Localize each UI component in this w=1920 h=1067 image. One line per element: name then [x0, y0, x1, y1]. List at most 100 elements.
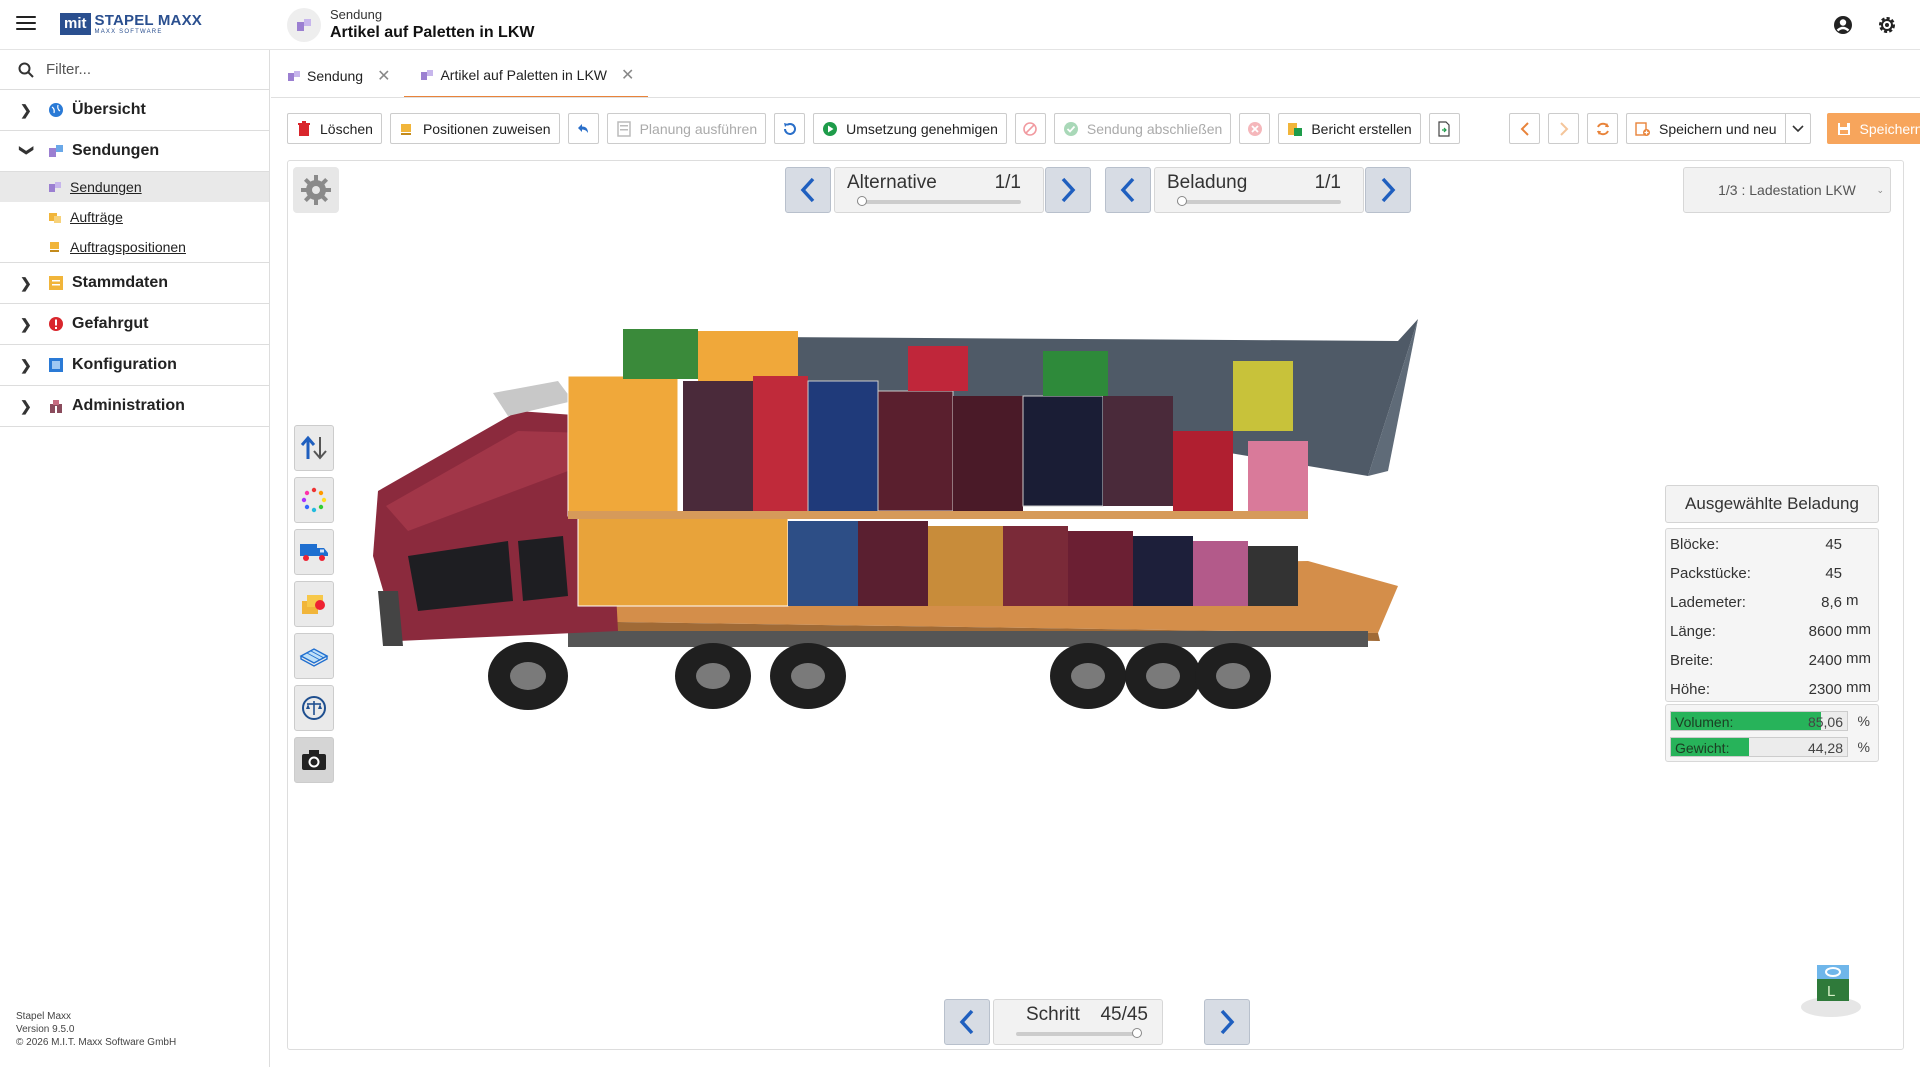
next-record-button[interactable] [1548, 113, 1579, 144]
viewer-settings-button[interactable] [293, 167, 339, 213]
stat-key: Breite: [1670, 652, 1714, 669]
step-counter[interactable]: Schritt 45/45 [993, 999, 1163, 1045]
save-options-dropdown[interactable] [1784, 113, 1811, 144]
volume-unit: % [1857, 713, 1870, 729]
stat-key: Länge: [1670, 623, 1716, 640]
refresh-button[interactable] [1587, 113, 1618, 144]
packages-tool-button[interactable] [294, 581, 334, 627]
close-icon[interactable]: ✕ [621, 65, 634, 85]
sidebar: ❯ Übersicht ❯ Sendungen Sendungen Aufträ… [0, 50, 270, 1067]
loading-station-select[interactable]: 1/3 : Ladestation LKW ⌄ [1683, 167, 1891, 213]
stat-key: Höhe: [1670, 681, 1711, 698]
close-icon[interactable]: ✕ [377, 66, 390, 86]
step-label: Schritt [1026, 1004, 1080, 1025]
assign-positions-button[interactable]: Positionen zuweisen [389, 113, 560, 144]
weight-value: 44,28 [1807, 740, 1843, 756]
button-label: Positionen zuweisen [422, 120, 551, 137]
undo-button[interactable] [567, 113, 599, 144]
chevron-down-icon: ❯ [19, 144, 36, 156]
loading-value: 1/1 [1314, 172, 1341, 193]
sidebar-item-uebersicht[interactable]: ❯ Übersicht [0, 90, 269, 131]
sidebar-item-stammdaten[interactable]: ❯ Stammdaten [0, 263, 269, 304]
shipment-doc-icon [287, 8, 321, 42]
save-button[interactable]: Speichern [1826, 113, 1920, 144]
menu-icon[interactable] [16, 16, 36, 32]
slider-knob[interactable] [1132, 1028, 1142, 1038]
order-items-icon [48, 240, 62, 254]
truck-3d-scene[interactable] [368, 301, 1538, 861]
sidebar-item-administration[interactable]: ❯ Administration [0, 386, 269, 427]
orientation-cube[interactable]: L [1799, 963, 1863, 1019]
alternative-counter[interactable]: Alternative 1/1 [834, 167, 1044, 213]
complete-shipment-button[interactable]: Sendung abschließen [1053, 113, 1232, 144]
approve-button[interactable]: Umsetzung genehmigen [813, 113, 1007, 144]
sidebar-item-sendungen[interactable]: ❯ Sendungen [0, 131, 269, 172]
app-logo[interactable]: mit STAPEL MAXX MAXX SOFTWARE [60, 12, 202, 36]
package-icon [302, 595, 325, 614]
view-tools [294, 425, 334, 789]
toolbar-left: Löschen Positionen zuweisen Planung ausf… [287, 113, 1468, 145]
stat-value: 45 [1825, 536, 1842, 553]
stat-value: 2400 [1808, 652, 1842, 669]
loading-slider[interactable] [1177, 196, 1341, 206]
step-previous-button[interactable] [944, 999, 990, 1045]
sidebar-subitem-sendungen[interactable]: Sendungen [0, 172, 269, 202]
selected-loading-title: Ausgewählte Beladung [1665, 485, 1879, 523]
sidebar-subitem-auftragspositionen[interactable]: Auftragspositionen [0, 232, 269, 262]
loading-previous-button[interactable] [1105, 167, 1151, 213]
truck-view-tool-button[interactable] [294, 529, 334, 575]
sidebar-item-gefahrgut[interactable]: ❯ Gefahrgut [0, 304, 269, 345]
orders-icon [48, 210, 62, 224]
screenshot-tool-button[interactable] [294, 737, 334, 783]
weight-label: Gewicht: [1675, 740, 1730, 756]
loading-counter[interactable]: Beladung 1/1 [1154, 167, 1364, 213]
sort-tool-button[interactable] [294, 425, 334, 471]
account-icon[interactable] [1832, 14, 1854, 36]
step-slider[interactable] [1016, 1028, 1142, 1038]
shipments-icon [287, 69, 301, 83]
warning-icon [48, 316, 64, 332]
toolbar-right: Speichern und neu Speichern [1509, 113, 1920, 145]
settings-icon[interactable] [1876, 14, 1898, 36]
alternative-previous-button[interactable] [785, 167, 831, 213]
previous-record-button[interactable] [1509, 113, 1540, 144]
close-circle-icon [1247, 121, 1263, 137]
tab-label: Artikel auf Paletten in LKW [440, 67, 607, 83]
plan-icon [616, 120, 632, 137]
loading-next-button[interactable] [1365, 167, 1411, 213]
reset-button[interactable] [774, 113, 806, 144]
filter-input[interactable] [46, 61, 246, 78]
tab-sendung[interactable]: Sendung ✕ [271, 54, 404, 98]
slider-knob[interactable] [857, 196, 867, 206]
run-planning-button[interactable]: Planung ausführen [606, 113, 767, 144]
slider-knob[interactable] [1177, 196, 1187, 206]
alternative-slider[interactable] [857, 196, 1021, 206]
loading-label: Beladung [1167, 172, 1248, 193]
button-label: Speichern [1859, 120, 1920, 137]
alternative-label: Alternative [847, 172, 937, 193]
sidebar-item-konfiguration[interactable]: ❯ Konfiguration [0, 345, 269, 386]
version-copyright: © 2026 M.I.T. Maxx Software GmbH [16, 1037, 177, 1048]
sidebar-subitem-auftraege[interactable]: Aufträge [0, 202, 269, 232]
sidebar-item-label: Administration [72, 397, 185, 414]
alternative-next-button[interactable] [1045, 167, 1091, 213]
pallet-tool-button[interactable] [294, 633, 334, 679]
color-mode-tool-button[interactable] [294, 477, 334, 523]
cancel-complete-button[interactable] [1239, 113, 1271, 144]
delete-button[interactable]: Löschen [287, 113, 382, 144]
export-button[interactable] [1428, 113, 1460, 144]
stat-row-height: Höhe: 2300 mm [1670, 677, 1874, 701]
chevron-right-icon: ❯ [20, 101, 32, 118]
document-export-icon [1436, 120, 1452, 137]
loading-3d-viewer[interactable]: Alternative 1/1 Beladung 1/1 1/3 : Lades… [287, 160, 1904, 1050]
chevron-right-icon [1061, 177, 1076, 203]
cancel-approval-button[interactable] [1014, 113, 1046, 144]
create-report-button[interactable]: Bericht erstellen [1278, 113, 1421, 144]
weight-balance-tool-button[interactable] [294, 685, 334, 731]
save-and-new-button[interactable]: Speichern und neu [1626, 113, 1785, 144]
chevron-left-icon [1517, 121, 1533, 137]
step-next-button[interactable] [1204, 999, 1250, 1045]
play-icon [822, 121, 838, 137]
tab-artikel-auf-paletten[interactable]: Artikel auf Paletten in LKW ✕ [404, 54, 649, 98]
stat-unit: mm [1846, 650, 1871, 667]
